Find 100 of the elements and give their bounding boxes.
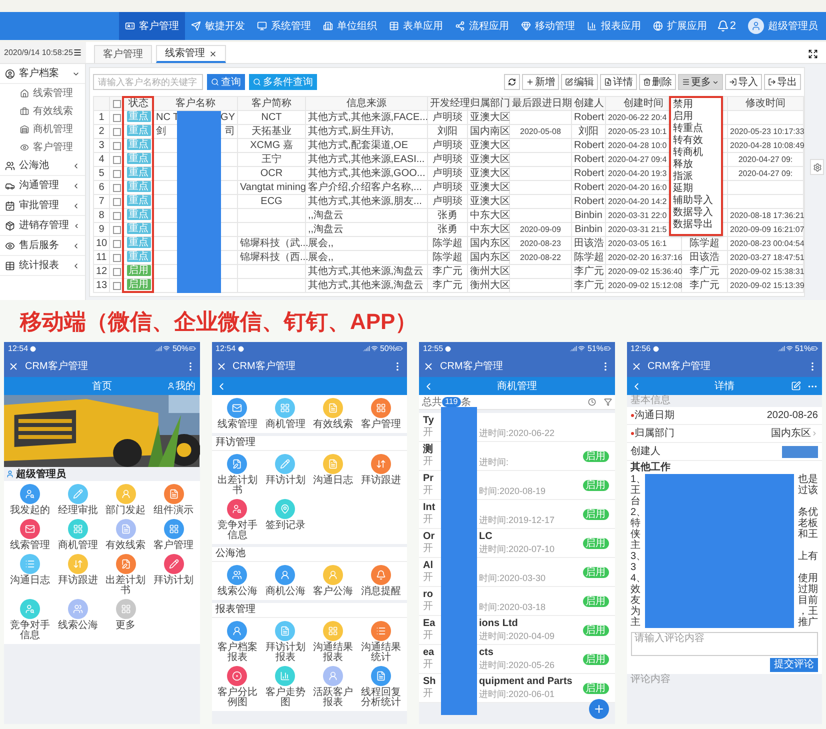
item-title: Or <box>423 531 436 543</box>
app-icon[interactable] <box>116 554 136 574</box>
toolbar-button[interactable]: 导出 <box>764 74 801 90</box>
app-icon[interactable] <box>275 454 296 474</box>
search-button[interactable]: 查询 <box>207 74 245 90</box>
checkbox[interactable] <box>112 156 120 164</box>
nav-item[interactable]: 移动管理 <box>514 12 581 40</box>
account-link[interactable]: 我的 <box>166 378 196 394</box>
nav-item[interactable]: 系统管理 <box>250 12 317 40</box>
app-icon[interactable] <box>164 554 184 574</box>
checkbox[interactable] <box>112 282 120 290</box>
clock-icon[interactable] <box>588 398 596 406</box>
sidebar-item[interactable]: 沟通管理 <box>0 176 85 196</box>
app-icon[interactable] <box>116 599 136 619</box>
submit-button[interactable]: 提交评论 <box>770 658 818 672</box>
nav-item[interactable]: 单位组织 <box>316 12 383 40</box>
fullscreen-icon[interactable] <box>808 49 818 59</box>
app-icon[interactable] <box>68 554 88 574</box>
app-icon[interactable] <box>20 519 40 539</box>
bell-icon[interactable] <box>716 20 729 32</box>
settings-button[interactable] <box>810 159 824 175</box>
tab[interactable]: 线索管理 <box>156 45 226 63</box>
app-icon[interactable] <box>371 621 392 641</box>
checkbox[interactable] <box>112 100 120 108</box>
checkbox[interactable] <box>112 254 120 262</box>
app-icon[interactable] <box>227 398 248 418</box>
nav-item[interactable]: 流程应用 <box>448 12 515 40</box>
select-field[interactable]: 国内东区 <box>771 426 818 441</box>
toolbar-button[interactable]: 删除 <box>639 74 676 90</box>
edit-icon[interactable] <box>791 381 801 391</box>
app-icon[interactable] <box>275 398 296 418</box>
app-icon[interactable] <box>227 454 248 474</box>
avatar[interactable] <box>748 18 764 34</box>
app-icon[interactable] <box>227 499 248 519</box>
search-field[interactable]: 请输入客户名称的关键字 <box>93 74 203 90</box>
app-icon[interactable] <box>275 499 296 519</box>
checkbox[interactable] <box>112 212 120 220</box>
app-icon[interactable] <box>275 565 296 585</box>
checkbox[interactable] <box>112 128 120 136</box>
app-icon[interactable] <box>275 621 296 641</box>
app-icon[interactable] <box>371 666 392 686</box>
app-icon[interactable] <box>275 666 296 686</box>
app-icon[interactable] <box>68 599 88 619</box>
app-icon[interactable] <box>323 666 344 686</box>
app-icon[interactable] <box>116 519 136 539</box>
app-icon[interactable] <box>323 621 344 641</box>
sidebar-item[interactable]: 统计报表 <box>0 256 85 276</box>
app-icon[interactable] <box>164 484 184 504</box>
sidebar-subitem[interactable]: 线索管理 <box>0 84 85 102</box>
nav-item[interactable]: 报表应用 <box>580 12 647 40</box>
user-name[interactable]: 超级管理员 <box>768 18 818 34</box>
nav-item[interactable]: 扩展应用 <box>646 12 713 40</box>
nav-item[interactable]: 表单应用 <box>382 12 449 40</box>
refresh-button[interactable] <box>504 74 520 90</box>
sidebar-item[interactable]: 进销存管理 <box>0 216 85 236</box>
checkbox[interactable] <box>112 240 120 248</box>
toolbar-button[interactable]: 导入 <box>725 74 762 90</box>
menu-item[interactable]: 数据导入 <box>673 207 719 219</box>
app-icon[interactable] <box>323 565 344 585</box>
sidebar-item[interactable]: 公海池 <box>0 156 85 176</box>
checkbox[interactable] <box>112 114 120 122</box>
tab[interactable]: 客户管理 <box>94 45 152 63</box>
app-icon[interactable] <box>20 599 40 619</box>
sidebar-subitem[interactable]: 商机管理 <box>0 120 85 138</box>
app-icon[interactable] <box>116 484 136 504</box>
nav-item[interactable]: 客户管理 <box>118 12 185 40</box>
sidebar-item[interactable]: 售后服务 <box>0 236 85 256</box>
checkbox[interactable] <box>112 268 120 276</box>
add-button[interactable] <box>588 699 608 719</box>
close-icon[interactable] <box>209 50 217 58</box>
checkbox[interactable] <box>112 226 120 234</box>
app-icon[interactable] <box>164 519 184 539</box>
toolbar-button[interactable]: 新增 <box>522 74 559 90</box>
app-icon[interactable] <box>20 554 40 574</box>
app-icon[interactable] <box>323 398 344 418</box>
toolbar-button[interactable]: 更多 <box>678 74 723 90</box>
nav-item[interactable]: 敏捷开发 <box>184 12 251 40</box>
menu-icon[interactable] <box>73 48 82 57</box>
checkbox[interactable] <box>112 198 120 206</box>
toolbar-button[interactable]: 详情 <box>600 74 637 90</box>
app-icon[interactable] <box>323 454 344 474</box>
app-icon[interactable] <box>227 621 248 641</box>
checkbox[interactable] <box>112 184 120 192</box>
app-icon[interactable] <box>227 565 248 585</box>
sidebar-item[interactable]: 审批管理 <box>0 196 85 216</box>
checkbox[interactable] <box>112 170 120 178</box>
app-icon[interactable] <box>371 454 392 474</box>
app-icon[interactable] <box>371 398 392 418</box>
app-icon[interactable] <box>371 565 392 585</box>
app-icon[interactable] <box>68 484 88 504</box>
app-label: 线索公海 <box>56 621 99 631</box>
app-icon[interactable] <box>68 519 88 539</box>
sidebar-subitem[interactable]: 有效线索 <box>0 102 85 120</box>
sidebar-item[interactable]: 客户档案 <box>0 64 85 84</box>
app-icon[interactable] <box>20 484 40 504</box>
sidebar-subitem[interactable]: 客户管理 <box>0 138 85 156</box>
toolbar-button[interactable]: 编辑 <box>561 74 598 90</box>
checkbox[interactable] <box>112 142 120 150</box>
filter-icon[interactable] <box>604 398 612 406</box>
app-icon[interactable] <box>227 666 248 686</box>
